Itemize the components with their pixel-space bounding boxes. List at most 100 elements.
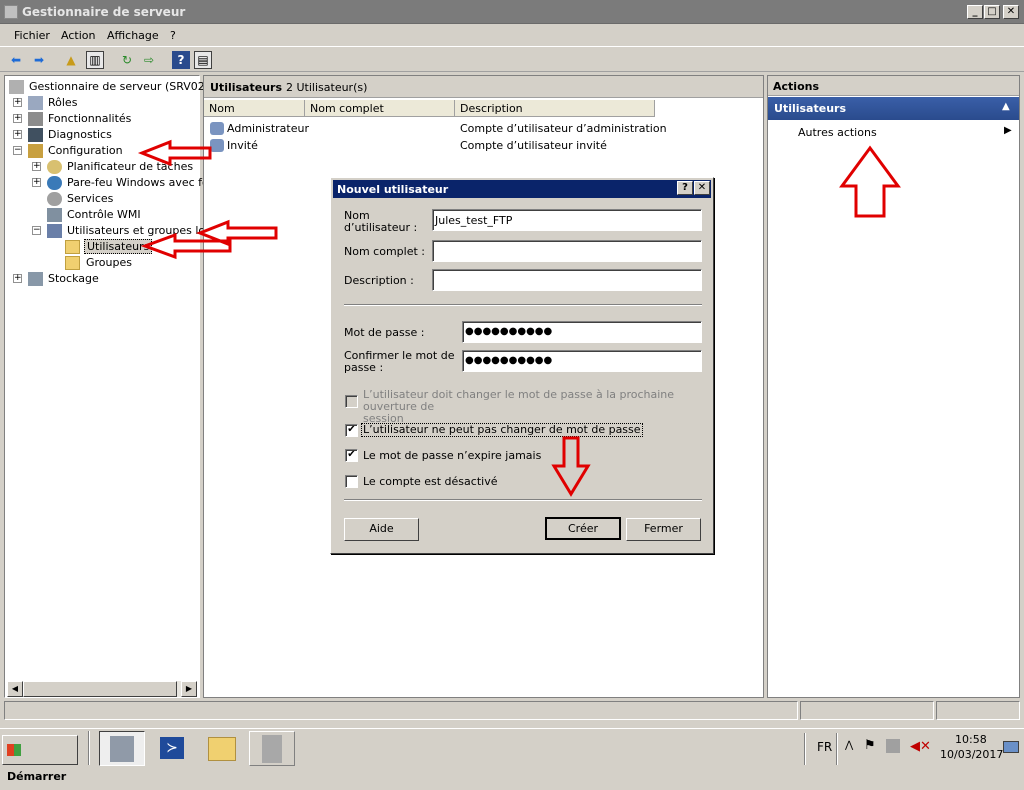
actions-section-users[interactable]: Utilisateurs ▲ (768, 97, 1019, 120)
window-title: Gestionnaire de serveur (22, 5, 186, 19)
users-group-icon (47, 224, 62, 238)
network-icon[interactable] (886, 739, 900, 753)
toolbar: ⬅ ➡ ▲ ▥ ↻ ⇨ ? ▤ (0, 46, 1024, 72)
expand-icon[interactable]: + (32, 178, 41, 187)
maximize-button[interactable]: □ (984, 5, 1000, 19)
tree-horizontal-scrollbar[interactable]: ◀ ▶ (7, 681, 197, 697)
help-button[interactable]: Aide (344, 518, 419, 541)
expand-icon[interactable]: + (13, 114, 22, 123)
language-indicator[interactable]: FR (817, 740, 832, 754)
clock-date[interactable]: 10/03/2017 (940, 748, 1003, 761)
collapse-icon[interactable]: − (32, 226, 41, 235)
column-header-nom-complet[interactable]: Nom complet (305, 100, 455, 117)
password-label: Mot de passe : (344, 326, 425, 339)
tree-item-users[interactable]: Utilisateurs (5, 239, 195, 255)
menu-fichier[interactable]: Fichier (14, 29, 50, 42)
column-header-description[interactable]: Description (455, 100, 655, 117)
expand-icon[interactable]: + (13, 98, 22, 107)
scroll-thumb[interactable] (23, 681, 177, 697)
menu-affichage[interactable]: Affichage (107, 29, 159, 42)
column-header-nom[interactable]: Nom (204, 100, 305, 117)
account-disabled-label[interactable]: Le compte est désactivé (363, 476, 497, 488)
fullname-label: Nom complet : (344, 245, 425, 258)
tree-item-wmi[interactable]: Contrôle WMI (5, 207, 195, 223)
tree-item-storage[interactable]: + Stockage (5, 271, 195, 287)
folder-icon (65, 256, 80, 270)
actions-item-more[interactable]: Autres actions ▶ (768, 124, 1019, 142)
clock-icon (47, 160, 62, 174)
actions-title: Actions (773, 80, 819, 93)
tree-item-task-scheduler[interactable]: + Planificateur de tâches (5, 159, 195, 175)
scroll-left-button[interactable]: ◀ (7, 681, 23, 697)
expand-icon[interactable]: + (32, 162, 41, 171)
account-disabled-checkbox[interactable] (345, 475, 358, 488)
status-panel-3 (936, 701, 1020, 720)
tree-item-groups[interactable]: Groupes (5, 255, 195, 271)
confirm-password-field[interactable]: ●●●●●●●●●● (462, 350, 702, 372)
taskbar-server-manager-button[interactable] (99, 731, 145, 766)
username-field[interactable]: Jules_test_FTP (432, 209, 702, 231)
show-desktop-icon[interactable] (1003, 741, 1019, 753)
menu-action[interactable]: Action (61, 29, 95, 42)
must-change-password-checkbox[interactable] (345, 395, 358, 408)
clock-time[interactable]: 10:58 (955, 733, 987, 746)
tree-item-diagnostics[interactable]: + Diagnostics (5, 127, 195, 143)
taskbar-powershell-button[interactable]: ≻ (150, 731, 196, 766)
table-row[interactable]: Administrateur Compte d’utilisateur d’ad… (204, 120, 763, 137)
actions-pane: Actions Utilisateurs ▲ Autres actions ▶ (767, 75, 1020, 698)
password-field[interactable]: ●●●●●●●●●● (462, 321, 702, 343)
password-never-expires-label[interactable]: Le mot de passe n’expire jamais (363, 450, 541, 462)
server-manager-icon (4, 5, 18, 19)
up-folder-icon[interactable]: ▲ (62, 51, 80, 69)
configuration-icon (28, 144, 43, 158)
table-row[interactable]: Invité Compte d’utilisateur invité (204, 137, 763, 154)
show-hide-tree-icon[interactable]: ▥ (86, 51, 104, 69)
collapse-icon[interactable]: − (13, 146, 22, 155)
dialog-title: Nouvel utilisateur (337, 183, 449, 196)
password-never-expires-checkbox[interactable]: ✔ (345, 449, 358, 462)
close-button[interactable]: Fermer (626, 518, 701, 541)
minimize-button[interactable]: _ (967, 5, 983, 19)
start-button[interactable]: Démarrer (2, 735, 78, 783)
tree-item-configuration[interactable]: − Configuration (5, 143, 195, 159)
tree-item-local-users-groups[interactable]: − Utilisateurs et groupes loca (5, 223, 218, 239)
powershell-icon: ≻ (160, 737, 184, 759)
submenu-arrow-icon: ▶ (1004, 125, 1012, 136)
help-icon[interactable]: ? (172, 51, 190, 69)
show-hidden-icons-icon[interactable]: ⋀ (845, 740, 853, 751)
folder-icon (208, 737, 236, 761)
username-label: Nom d’utilisateur : (344, 209, 418, 234)
server-config-icon (262, 735, 282, 763)
export-icon[interactable]: ⇨ (140, 51, 158, 69)
user-icon (210, 122, 224, 135)
taskbar-server-config-button[interactable] (249, 731, 295, 766)
tree-item-roles[interactable]: + Rôles (5, 95, 195, 111)
tree-item-firewall[interactable]: + Pare-feu Windows avec for (5, 175, 213, 191)
forward-arrow-icon[interactable]: ➡ (30, 51, 48, 69)
scroll-right-button[interactable]: ▶ (181, 681, 197, 697)
tree-item-features[interactable]: + Fonctionnalités (5, 111, 195, 127)
menu-help[interactable]: ? (170, 29, 176, 42)
back-arrow-icon[interactable]: ⬅ (7, 51, 25, 69)
tree-item-services[interactable]: Services (5, 191, 195, 207)
dialog-close-button[interactable]: ✕ (694, 181, 710, 195)
description-field[interactable] (432, 269, 702, 291)
create-button[interactable]: Créer (545, 517, 621, 540)
refresh-icon[interactable]: ↻ (118, 51, 136, 69)
flag-icon[interactable]: ⚑ (864, 738, 876, 753)
show-hide-action-pane-icon[interactable]: ▤ (194, 51, 212, 69)
expand-icon[interactable]: + (13, 274, 22, 283)
firewall-icon (47, 176, 62, 190)
center-header: Utilisateurs 2 Utilisateur(s) (204, 76, 763, 98)
close-window-button[interactable]: ✕ (1003, 5, 1019, 19)
volume-muted-icon[interactable]: ◀✕ (910, 739, 931, 754)
cannot-change-password-checkbox[interactable]: ✔ (345, 424, 358, 437)
taskbar-explorer-button[interactable] (200, 731, 246, 766)
collapse-up-icon[interactable]: ▲ (1002, 101, 1010, 112)
dialog-help-button[interactable]: ? (677, 181, 693, 195)
expand-icon[interactable]: + (13, 130, 22, 139)
separator (344, 499, 702, 501)
cannot-change-password-label[interactable]: L’utilisateur ne peut pas changer de mot… (361, 423, 643, 437)
tree-root[interactable]: Gestionnaire de serveur (SRV02) (5, 79, 209, 95)
fullname-field[interactable] (432, 240, 702, 262)
